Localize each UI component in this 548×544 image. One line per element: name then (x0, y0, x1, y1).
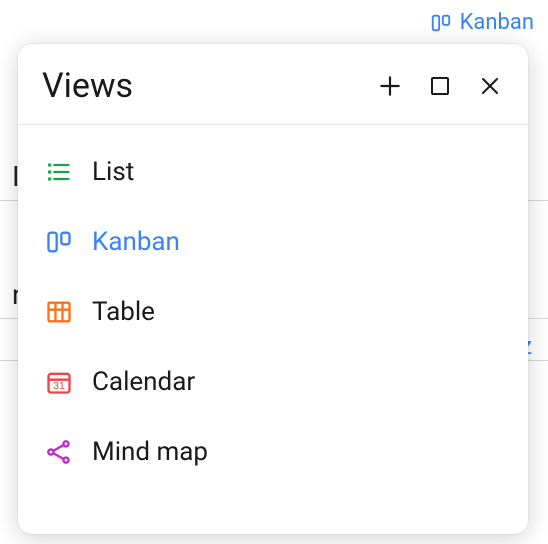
add-view-button[interactable] (376, 72, 404, 100)
view-item-label: List (92, 157, 134, 187)
view-item-calendar[interactable]: 31 Calendar (18, 347, 528, 417)
kanban-icon (430, 12, 452, 34)
views-list: List Kanban (18, 125, 528, 499)
view-item-list[interactable]: List (18, 137, 528, 207)
mindmap-icon (44, 437, 74, 467)
top-current-view[interactable]: Kanban (430, 10, 534, 35)
calendar-icon: 31 (44, 367, 74, 397)
svg-text:31: 31 (53, 380, 65, 392)
list-icon (44, 157, 74, 187)
view-item-mindmap[interactable]: Mind map (18, 417, 528, 487)
view-item-table[interactable]: Table (18, 277, 528, 347)
plus-icon (377, 73, 403, 99)
square-icon (428, 74, 452, 98)
close-panel-button[interactable] (476, 72, 504, 100)
view-item-kanban[interactable]: Kanban (18, 207, 528, 277)
panel-layout-button[interactable] (426, 72, 454, 100)
top-current-view-label: Kanban (460, 10, 534, 35)
table-icon (44, 297, 74, 327)
views-panel-header: Views (18, 44, 528, 125)
view-item-label: Calendar (92, 367, 195, 397)
views-panel-actions (376, 72, 504, 100)
view-item-label: Table (92, 297, 155, 327)
view-item-label: Kanban (92, 227, 180, 257)
views-panel-title: Views (42, 66, 376, 106)
views-panel: Views (18, 44, 528, 534)
kanban-icon (44, 227, 74, 257)
view-item-label: Mind map (92, 437, 208, 467)
close-icon (478, 74, 502, 98)
